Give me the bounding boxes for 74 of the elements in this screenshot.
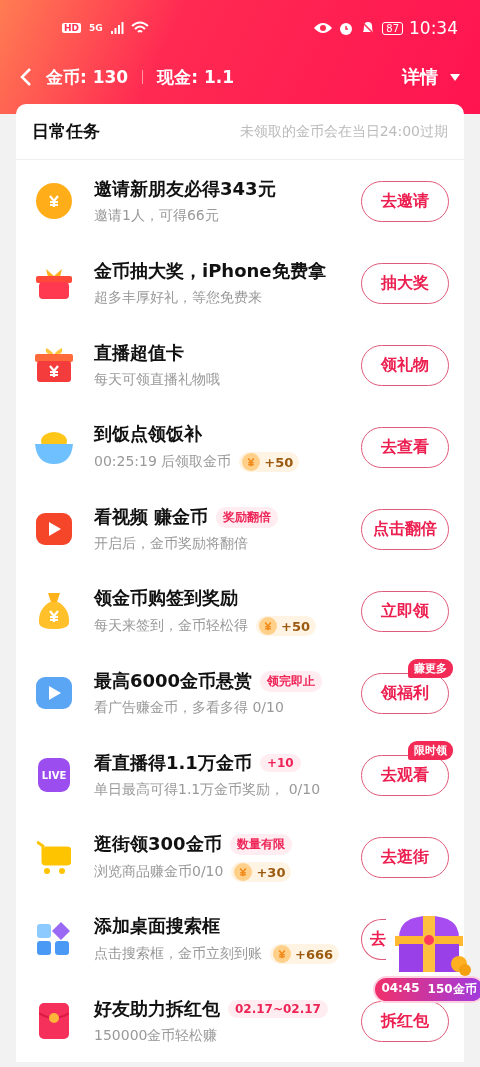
task-title: 添加桌面搜索框 (94, 914, 220, 938)
task-subtitle: 看广告赚金币，多看多得 0/10 (94, 699, 284, 717)
expiry-note: 未领取的金币会在当日24:00过期 (239, 122, 448, 141)
task-button[interactable]: 去 (361, 918, 386, 960)
hd-indicator: HD (62, 23, 81, 33)
task-title: 最高6000金币悬赏 (94, 669, 253, 693)
details-dropdown[interactable]: 详情 (402, 65, 460, 89)
task-title: 领金币购签到奖励 (94, 586, 238, 610)
video-icon (36, 677, 72, 709)
task-title: 逛街领300金币 (94, 832, 222, 856)
task-title: 看视频 赚金币 (94, 505, 209, 529)
task-button[interactable]: 点击翻倍 (361, 508, 449, 550)
section-title: 日常任务 (32, 120, 100, 143)
task-button[interactable]: 领礼物 (361, 344, 449, 386)
task-title: 直播超值卡 (94, 341, 184, 365)
network-indicator: 5G (88, 23, 104, 33)
coin-icon (259, 617, 277, 635)
task-subtitle: 每天可领直播礼物哦 (94, 371, 220, 389)
task-button[interactable]: 去查看 (361, 426, 449, 468)
back-icon[interactable] (20, 67, 32, 87)
task-subtitle: 点击搜索框，金币立刻到账 (94, 945, 262, 963)
task-button[interactable]: 拆红包 (361, 1000, 449, 1042)
coin-reward: +30 (231, 862, 292, 882)
task-title: 金币抽大奖，iPhone免费拿 (94, 259, 326, 283)
coin-icon (234, 863, 253, 881)
task-subtitle: 150000金币轻松赚 (94, 1027, 218, 1045)
battery-level: 87 (382, 21, 403, 35)
live-icon: LIVE (38, 758, 70, 792)
task-subtitle: 开启后，金币奖励将翻倍 (94, 535, 248, 553)
video-icon (36, 513, 72, 545)
task-subtitle: 00:25:19 后领取金币 (94, 453, 232, 471)
task-subtitle: 单日最高可得1.1万金币奖励， 0/10 (94, 781, 321, 799)
promo-badge: 赚更多 (408, 658, 453, 678)
alarm-icon (338, 20, 355, 36)
coin-reward: +50 (256, 616, 316, 636)
task-title: 到饭点领饭补 (94, 422, 202, 446)
coin-balance: 金币: 130 (46, 65, 129, 89)
coin-icon (36, 183, 72, 219)
coin-reward: +666 (270, 944, 340, 964)
task-tag: +10 (259, 754, 301, 772)
task-tag: 奖励翻倍 (216, 506, 279, 528)
task-title: 邀请新朋友必得343元 (94, 177, 276, 201)
wifi-icon (130, 21, 149, 35)
task-title: 好友助力拆红包 (94, 997, 220, 1021)
task-tag: 02.17~02.17 (228, 1000, 328, 1018)
task-subtitle: 浏览商品赚金币0/10 (94, 863, 224, 881)
muted-bell-icon (360, 20, 377, 36)
task-button[interactable]: 去逛街 (361, 836, 449, 878)
signal-icon (110, 22, 125, 34)
task-subtitle: 邀请1人，可得66元 (94, 207, 219, 225)
caret-icon (450, 73, 460, 81)
task-button[interactable]: 去邀请 (361, 180, 449, 222)
task-button[interactable]: 立即领 (361, 590, 449, 632)
money-bag-icon (38, 593, 70, 629)
cash-balance: 现金: 1.1 (157, 65, 235, 89)
coin-reward: +50 (239, 452, 300, 472)
task-subtitle: 超多丰厚好礼，等您免费来 (94, 289, 262, 307)
task-button[interactable]: 抽大奖 (361, 262, 449, 304)
task-title: 看直播得1.1万金币 (94, 751, 252, 775)
gift-icon (36, 267, 72, 299)
task-subtitle: 每天来签到，金币轻松得 (94, 617, 248, 635)
promo-badge: 限时领 (408, 740, 453, 760)
gift-icon (35, 346, 73, 384)
apps-icon (37, 922, 71, 956)
task-tag: 数量有限 (229, 833, 292, 855)
chest-timer-bar[interactable]: 04:45 150金币 (373, 976, 480, 1003)
coin-icon (242, 453, 261, 471)
envelope-icon (39, 1003, 69, 1039)
task-tag: 领完即止 (260, 670, 323, 692)
coin-icon (273, 945, 291, 963)
cart-icon (37, 840, 71, 874)
clock: 10:34 (409, 18, 458, 38)
eye-icon (314, 22, 333, 34)
bowl-icon (35, 430, 73, 464)
